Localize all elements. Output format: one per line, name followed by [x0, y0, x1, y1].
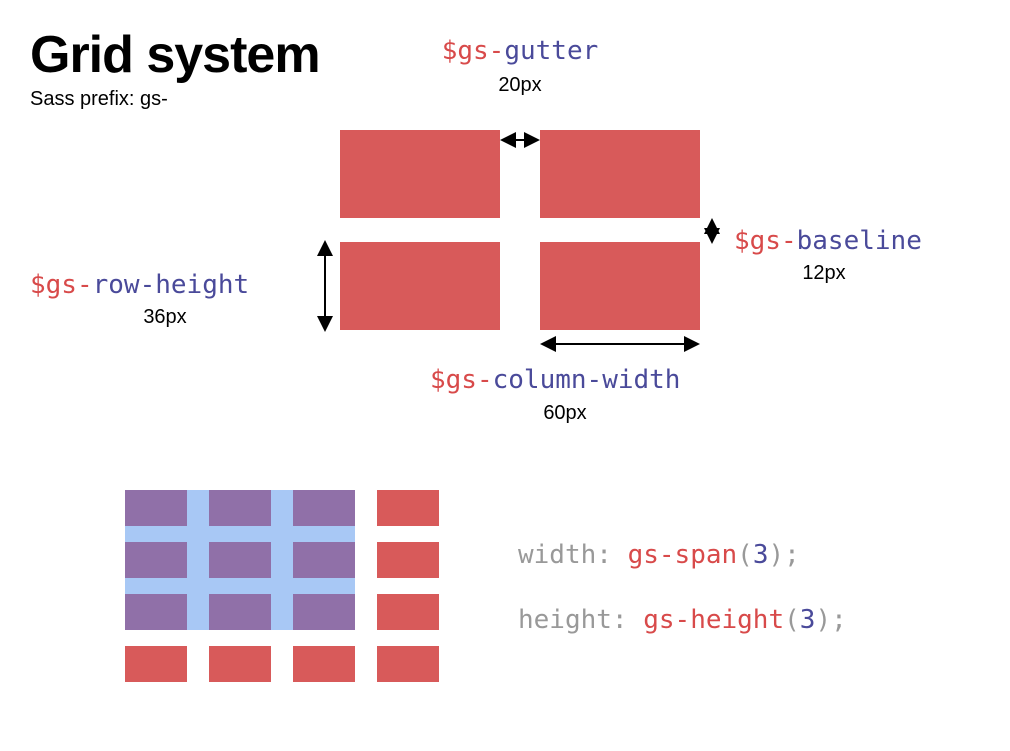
grid-cell	[209, 490, 271, 526]
css-open: (	[784, 605, 800, 635]
var-name: baseline	[797, 226, 922, 256]
grid-cell	[293, 490, 355, 526]
value-gs-baseline: 12px	[734, 262, 914, 285]
css-fn: gs-height	[643, 605, 784, 635]
label-gs-gutter: $gs-gutter	[405, 36, 635, 66]
var-name: column-width	[493, 365, 681, 395]
css-colon: :	[612, 605, 643, 635]
var-name: gutter	[504, 36, 598, 66]
label-gs-column-width: $gs-column-width	[430, 365, 680, 395]
grid-diagram-top	[340, 130, 700, 330]
var-prefix: $gs-	[734, 226, 797, 256]
css-arg: 3	[753, 540, 769, 570]
css-arg: 3	[800, 605, 816, 635]
grid-cell	[377, 542, 439, 578]
grid-cell	[340, 242, 500, 330]
grid-cell	[377, 594, 439, 630]
grid-cell	[377, 646, 439, 682]
var-prefix: $gs-	[430, 365, 493, 395]
grid-cell	[209, 646, 271, 682]
css-prop: height	[518, 605, 612, 635]
css-fn: gs-span	[628, 540, 738, 570]
grid-cell	[540, 130, 700, 218]
css-line-width: width: gs-span(3);	[518, 540, 800, 570]
grid-diagram-bottom	[125, 490, 435, 680]
var-prefix: $gs-	[442, 36, 505, 66]
grid-cell	[125, 542, 187, 578]
css-line-height: height: gs-height(3);	[518, 605, 847, 635]
label-gs-row-height: $gs-row-height	[30, 270, 249, 300]
grid-cell	[209, 594, 271, 630]
grid-cell	[293, 542, 355, 578]
page-title: Grid system	[30, 25, 320, 85]
grid-cell	[125, 594, 187, 630]
grid-cell	[293, 646, 355, 682]
grid-cell	[293, 594, 355, 630]
grid-cell	[340, 130, 500, 218]
grid-cell	[209, 542, 271, 578]
var-prefix: $gs-	[30, 270, 93, 300]
value-gs-gutter: 20px	[405, 74, 635, 97]
css-prop: width	[518, 540, 596, 570]
var-name: row-height	[93, 270, 250, 300]
css-close: );	[815, 605, 846, 635]
grid-cell	[125, 646, 187, 682]
grid-cell	[125, 490, 187, 526]
grid-cell	[377, 490, 439, 526]
css-open: (	[737, 540, 753, 570]
value-gs-row-height: 36px	[30, 306, 300, 329]
subtitle: Sass prefix: gs-	[30, 88, 168, 111]
label-gs-baseline: $gs-baseline	[734, 226, 922, 256]
css-close: );	[768, 540, 799, 570]
value-gs-column-width: 60px	[430, 402, 700, 425]
grid-cell	[540, 242, 700, 330]
css-colon: :	[596, 540, 627, 570]
